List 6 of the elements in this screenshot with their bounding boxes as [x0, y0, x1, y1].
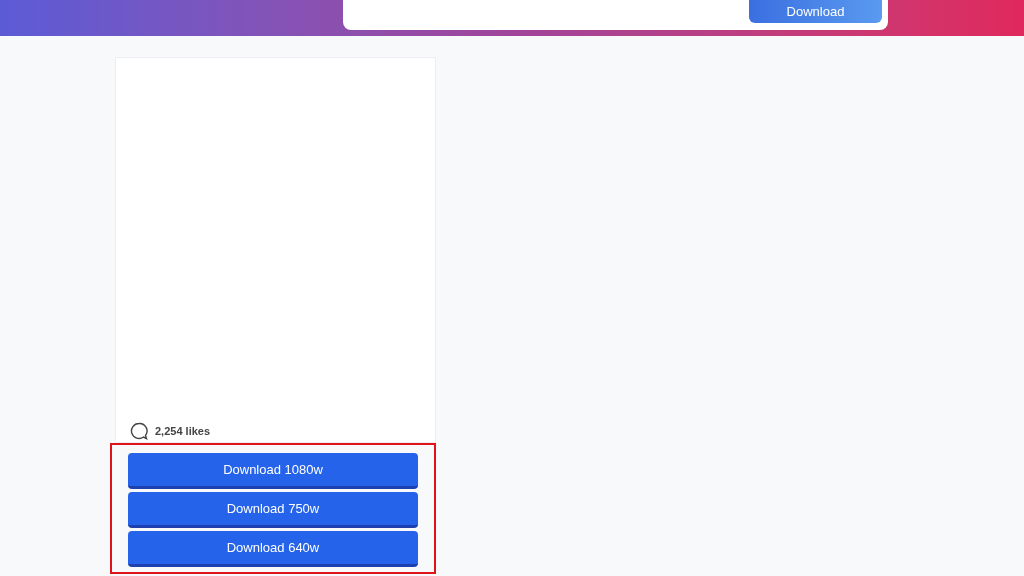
download-size-button[interactable]: Download 1080w: [128, 453, 418, 489]
download-size-button[interactable]: Download 640w: [128, 531, 418, 567]
comment-icon: [130, 422, 148, 440]
likes-count: 2,254 likes: [155, 423, 211, 439]
download-button[interactable]: Download: [749, 0, 882, 23]
download-size-button[interactable]: Download 750w: [128, 492, 418, 528]
